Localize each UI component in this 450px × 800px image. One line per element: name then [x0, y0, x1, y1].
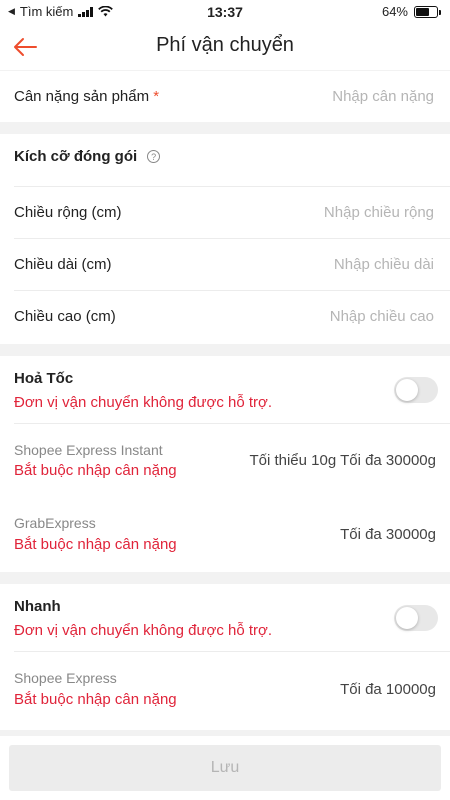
- toggle-knob: [396, 607, 418, 629]
- weight-section: Cân nặng sản phẩm * Nhập cân nặng: [0, 71, 450, 122]
- weight-label: Cân nặng sản phẩm *: [14, 88, 160, 105]
- carrier-warning: Bắt buộc nhập cân nặng: [14, 536, 177, 553]
- page-title: Phí vận chuyển: [156, 34, 294, 56]
- toggle-knob: [396, 379, 418, 401]
- length-field-row[interactable]: Chiều dài (cm) Nhập chiều dài: [14, 239, 450, 291]
- length-label: Chiều dài (cm): [14, 256, 112, 273]
- footer-bar: Lưu: [0, 736, 450, 800]
- carrier-limit: Tối đa 30000g: [340, 526, 436, 543]
- fast-title: Nhanh: [14, 598, 61, 615]
- package-size-title: Kích cỡ đóng gói ?: [14, 148, 161, 165]
- status-bar: ◀ Tìm kiếm 13:37 64%: [0, 0, 450, 24]
- express-shipping-section: Hoả Tốc Đơn vị vận chuyển không được hỗ …: [0, 356, 450, 572]
- carrier-name: Shopee Express: [14, 670, 117, 686]
- express-title: Hoả Tốc: [14, 370, 74, 387]
- required-mark: *: [153, 88, 160, 105]
- carrier-name: Shopee Express Instant: [14, 442, 163, 458]
- save-button[interactable]: Lưu: [9, 745, 441, 791]
- package-size-section: Kích cỡ đóng gói ? Chiều rộng (cm) Nhập …: [0, 134, 450, 344]
- length-input[interactable]: Nhập chiều dài: [334, 256, 434, 273]
- express-warning: Đơn vị vận chuyển không được hỗ trợ.: [14, 394, 273, 411]
- height-input[interactable]: Nhập chiều cao: [330, 308, 434, 325]
- navigation-bar: Phí vận chuyển: [0, 24, 450, 70]
- carrier-warning: Bắt buộc nhập cân nặng: [14, 462, 177, 479]
- battery-icon: [414, 5, 441, 18]
- width-field-row[interactable]: Chiều rộng (cm) Nhập chiều rộng: [14, 187, 450, 239]
- height-label: Chiều cao (cm): [14, 308, 116, 325]
- battery-percent: 64%: [381, 4, 408, 19]
- express-toggle[interactable]: [394, 377, 438, 403]
- help-icon[interactable]: ?: [147, 150, 161, 163]
- carrier-limit: Tối thiểu 10g Tối đa 30000g: [249, 452, 436, 469]
- width-label: Chiều rộng (cm): [14, 204, 122, 221]
- fast-shipping-section: Nhanh Đơn vị vận chuyển không được hỗ tr…: [0, 584, 450, 730]
- carrier-limit: Tối đa 10000g: [340, 681, 436, 698]
- height-field-row[interactable]: Chiều cao (cm) Nhập chiều cao: [14, 291, 450, 343]
- fast-toggle[interactable]: [394, 605, 438, 631]
- carrier-name: GrabExpress: [14, 515, 96, 531]
- carrier-warning: Bắt buộc nhập cân nặng: [14, 691, 177, 708]
- fast-warning: Đơn vị vận chuyển không được hỗ trợ.: [14, 622, 273, 639]
- weight-input[interactable]: Nhập cân nặng: [332, 88, 434, 105]
- divider: [14, 423, 450, 424]
- width-input[interactable]: Nhập chiều rộng: [324, 204, 434, 221]
- divider: [14, 651, 450, 652]
